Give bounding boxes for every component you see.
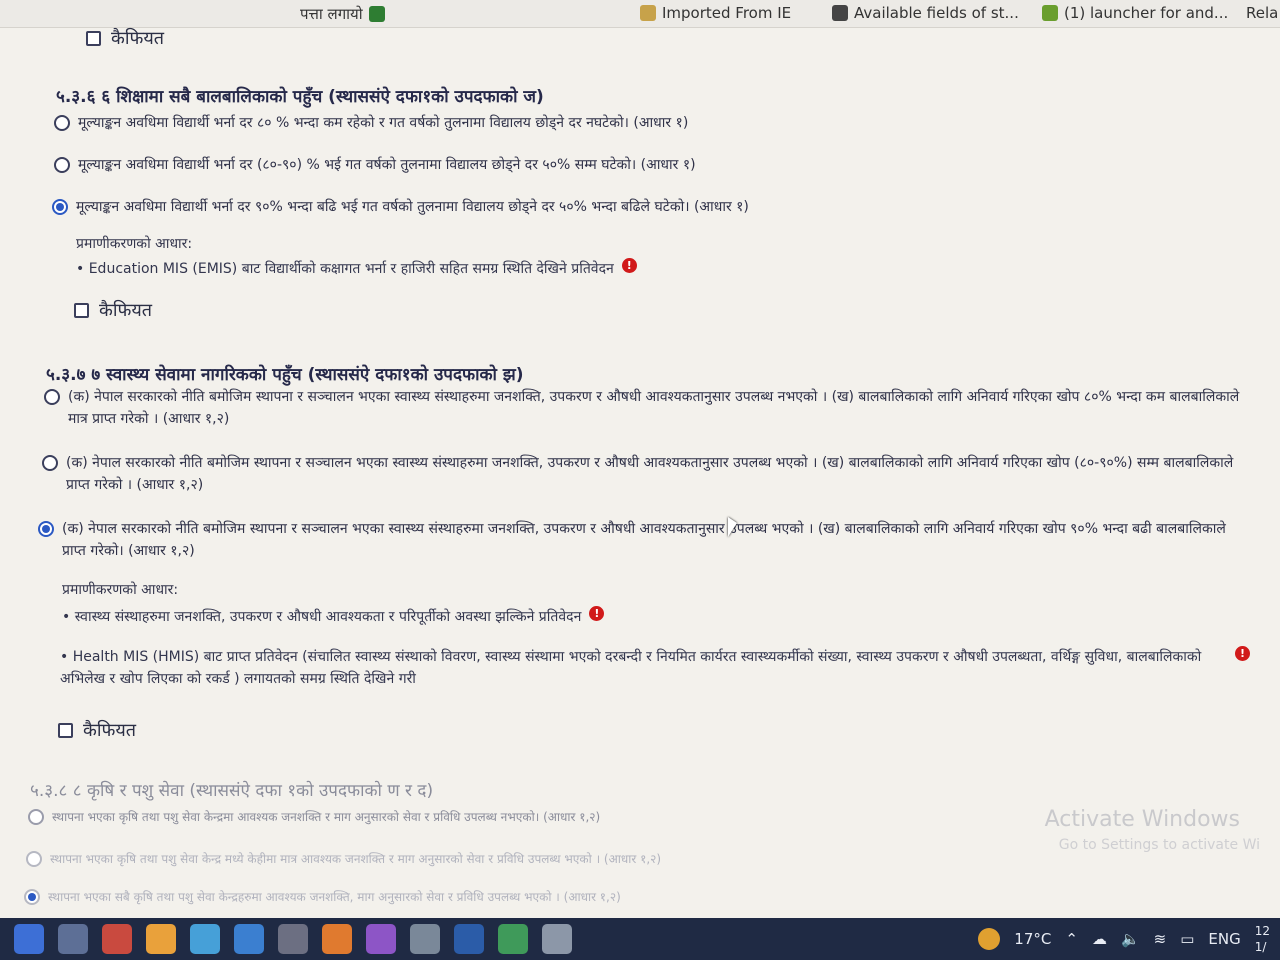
mouse-cursor-icon <box>728 517 737 537</box>
verification-text: • Education MIS (EMIS) बाट विद्यार्थीको … <box>76 261 614 277</box>
wifi-icon[interactable]: ≋ <box>1154 930 1167 948</box>
app-icon[interactable] <box>102 924 132 954</box>
excel-icon[interactable] <box>498 924 528 954</box>
option-5-3-7-a[interactable]: (क) नेपाल सरकारको नीति बमोजिम स्थापना र … <box>44 386 1244 430</box>
radio-button-selected[interactable] <box>52 199 68 215</box>
option-5-3-7-c[interactable]: (क) नेपाल सरकारको नीति बमोजिम स्थापना र … <box>38 518 1238 562</box>
radio-button-selected[interactable] <box>38 521 54 537</box>
store-icon[interactable] <box>234 924 264 954</box>
option-label: स्थापना भएका सबै कृषि तथा पशु सेवा केन्द… <box>48 890 621 904</box>
option-5-3-7-b[interactable]: (क) नेपाल सरकारको नीति बमोजिम स्थापना र … <box>42 452 1242 496</box>
verification-item: • Health MIS (HMIS) बाट प्राप्त प्रतिवेद… <box>60 646 1250 690</box>
clock[interactable]: 12 1/ <box>1255 923 1270 955</box>
checkbox-icon[interactable] <box>74 302 89 318</box>
checkbox-icon[interactable] <box>58 722 73 738</box>
clock-date: 1/ <box>1254 940 1267 954</box>
radio-button[interactable] <box>44 389 60 405</box>
temperature[interactable]: 17°C <box>1014 930 1051 948</box>
option-5-3-8-b[interactable]: स्थापना भएका कृषि तथा पशु सेवा केन्द्र म… <box>26 848 1206 870</box>
radio-button[interactable] <box>28 809 44 825</box>
clock-time: 12 <box>1254 924 1270 938</box>
language-indicator[interactable]: ENG <box>1208 930 1240 948</box>
radio-button[interactable] <box>54 115 70 131</box>
section-title-5-3-6: ५.३.६ ६ शिक्षामा सबै बालबालिकाको पहुँच (… <box>56 87 544 107</box>
windows-start-icon[interactable] <box>14 924 44 954</box>
option-label: स्थापना भएका कृषि तथा पशु सेवा केन्द्रमा… <box>52 810 601 824</box>
chrome-icon[interactable] <box>146 924 176 954</box>
volume-icon[interactable]: 🔈 <box>1121 930 1140 948</box>
activate-windows-subtext: Go to Settings to activate Wi <box>1058 837 1260 853</box>
radio-button[interactable] <box>54 157 70 173</box>
taskbar: 17°C ⌃ ☁ 🔈 ≋ ▭ ENG 12 1/ <box>0 918 1280 960</box>
remark-checkbox-prev[interactable]: कैफियत <box>86 26 164 50</box>
assessment-form: कैफियत ५.३.६ ६ शिक्षामा सबै बालबालिकाको … <box>0 12 1280 927</box>
option-label: मूल्याङ्कन अवधिमा विद्यार्थी भर्ना दर ८०… <box>78 115 689 131</box>
word-icon[interactable] <box>454 924 484 954</box>
weather-icon[interactable] <box>978 928 1001 950</box>
remark-label: कैफियत <box>99 300 153 321</box>
app-icon[interactable] <box>542 924 572 954</box>
radio-button-selected[interactable] <box>24 889 40 905</box>
checkbox-icon[interactable] <box>86 30 101 46</box>
option-label: स्थापना भएका कृषि तथा पशु सेवा केन्द्र म… <box>50 852 662 866</box>
warning-icon: ! <box>621 258 637 273</box>
radio-button[interactable] <box>26 851 42 867</box>
option-label: मूल्याङ्कन अवधिमा विद्यार्थी भर्ना दर (८… <box>78 157 696 173</box>
remark-label: कैफियत <box>83 720 137 741</box>
app-icon[interactable] <box>366 924 396 954</box>
section-title-5-3-8: ५.३.८ ८ कृषि र पशु सेवा (स्थाससंऐ दफा १क… <box>30 781 434 801</box>
remark-checkbox-5-3-6[interactable]: कैफियत <box>74 298 152 322</box>
warning-icon: ! <box>589 606 605 621</box>
verification-item: • Education MIS (EMIS) बाट विद्यार्थीको … <box>76 258 1176 280</box>
verification-label: प्रमाणीकरणको आधार: <box>62 582 179 598</box>
remark-checkbox-5-3-7[interactable]: कैफियत <box>58 718 136 742</box>
remark-label: कैफियत <box>111 28 165 49</box>
app-icon[interactable] <box>322 924 352 954</box>
folder-icon[interactable] <box>190 924 220 954</box>
verification-text: • स्वास्थ्य संस्थाहरुमा जनशक्ति, उपकरण र… <box>62 609 582 625</box>
chevron-up-icon[interactable]: ⌃ <box>1065 930 1078 948</box>
cloud-icon[interactable]: ☁ <box>1092 930 1107 948</box>
search-icon[interactable] <box>58 924 88 954</box>
warning-icon: ! <box>1235 646 1250 661</box>
option-5-3-8-c[interactable]: स्थापना भएका सबै कृषि तथा पशु सेवा केन्द… <box>24 886 1204 908</box>
activate-windows-watermark: Activate Windows <box>1044 807 1240 832</box>
option-5-3-6-c[interactable]: मूल्याङ्कन अवधिमा विद्यार्थी भर्ना दर ९०… <box>52 196 1232 218</box>
verification-text: • Health MIS (HMIS) बाट प्राप्त प्रतिवेद… <box>60 649 1202 687</box>
option-label: (क) नेपाल सरकारको नीति बमोजिम स्थापना र … <box>66 455 1234 493</box>
option-5-3-8-a[interactable]: स्थापना भएका कृषि तथा पशु सेवा केन्द्रमा… <box>28 806 1208 828</box>
option-label: मूल्याङ्कन अवधिमा विद्यार्थी भर्ना दर ९०… <box>76 199 749 215</box>
section-title-5-3-7: ५.३.७ ७ स्वास्थ्य सेवामा नागरिकको पहुँच … <box>46 365 524 385</box>
option-5-3-6-a[interactable]: मूल्याङ्कन अवधिमा विद्यार्थी भर्ना दर ८०… <box>54 112 1234 134</box>
radio-button[interactable] <box>42 455 58 471</box>
system-tray: 17°C ⌃ ☁ 🔈 ≋ ▭ ENG 12 1/ <box>978 918 1270 960</box>
app-icon[interactable] <box>410 924 440 954</box>
option-label: (क) नेपाल सरकारको नीति बमोजिम स्थापना र … <box>62 521 1226 559</box>
media-player-icon[interactable] <box>278 924 308 954</box>
option-5-3-6-b[interactable]: मूल्याङ्कन अवधिमा विद्यार्थी भर्ना दर (८… <box>54 154 1234 176</box>
verification-item: • स्वास्थ्य संस्थाहरुमा जनशक्ति, उपकरण र… <box>62 606 1182 628</box>
verification-label: प्रमाणीकरणको आधार: <box>76 236 193 252</box>
battery-icon[interactable]: ▭ <box>1180 930 1194 948</box>
option-label: (क) नेपाल सरकारको नीति बमोजिम स्थापना र … <box>68 389 1240 427</box>
